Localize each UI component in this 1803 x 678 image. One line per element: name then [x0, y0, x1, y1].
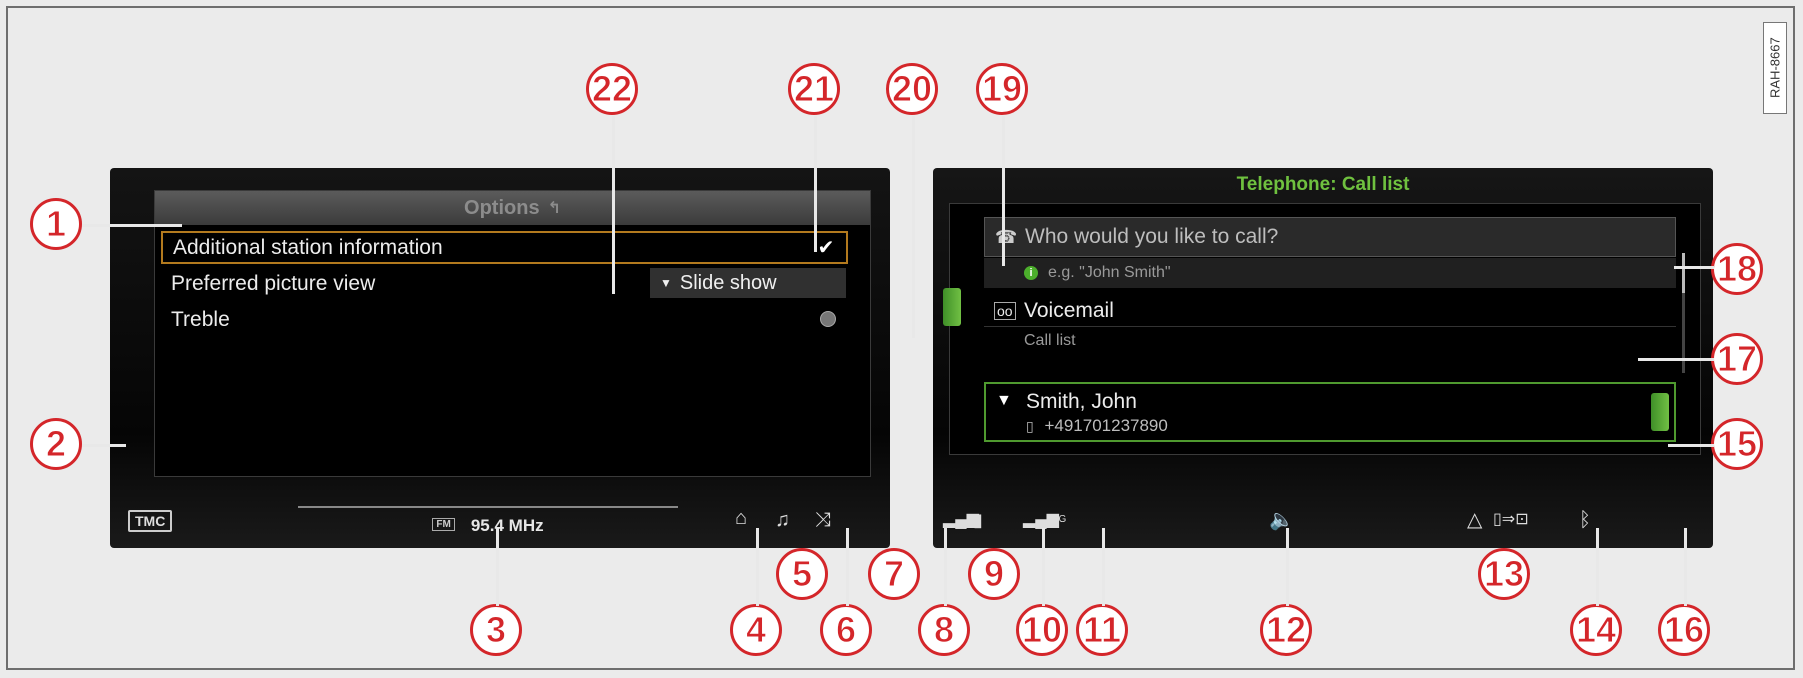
- leader-line: [1668, 444, 1714, 447]
- hint-text: e.g. "John Smith": [1048, 264, 1171, 281]
- leader-line: [846, 528, 849, 606]
- contact-number: +491701237890: [1044, 416, 1168, 435]
- leader-line: [612, 116, 615, 294]
- search-hint: i e.g. "John Smith": [984, 258, 1676, 288]
- frequency-tab[interactable]: FM 95.4 MHz: [298, 506, 678, 546]
- back-icon[interactable]: ↰: [548, 198, 561, 218]
- option-additional-station-information[interactable]: Additional station information ✔: [161, 231, 848, 264]
- callout-10: 10: [1016, 604, 1070, 658]
- options-menu: Options ↰ Additional station information…: [154, 190, 871, 477]
- callout-6: 6: [820, 604, 874, 658]
- scroll-thumb[interactable]: [1682, 253, 1685, 293]
- callout-7: 7: [868, 548, 922, 602]
- callout-12: 12: [1260, 604, 1314, 658]
- leader-line: [944, 528, 947, 606]
- warning-triangle-icon: △: [1467, 509, 1483, 531]
- leader-line: [1638, 358, 1714, 361]
- leader-line: [814, 116, 817, 252]
- music-note-icon: ♫: [775, 509, 790, 531]
- callout-9: 9: [968, 548, 1022, 602]
- phone-car-connection-icon: ▯⇒⊡: [1493, 511, 1529, 528]
- leader-line: [1596, 528, 1599, 606]
- list-item-contact[interactable]: ▼ Smith, John ▯ +491701237890: [984, 382, 1676, 442]
- options-title: Options: [464, 196, 540, 219]
- callout-15: 15: [1711, 418, 1765, 472]
- checkbox-checked[interactable]: ✔: [816, 238, 836, 258]
- option-preferred-picture-view[interactable]: Preferred picture view ▼ Slide show: [161, 267, 848, 300]
- bluetooth-icon: ᛒ: [1579, 509, 1591, 531]
- figure-id-watermark: RAH-8667: [1763, 22, 1787, 114]
- contact-name: Smith, John: [1026, 390, 1137, 413]
- callout-22: 22: [586, 63, 640, 117]
- leader-line: [912, 116, 915, 338]
- shuffle-icon: ⤨: [815, 509, 831, 531]
- callout-1: 1: [30, 198, 84, 252]
- callout-20: 20: [886, 63, 940, 117]
- option-treble[interactable]: Treble: [161, 303, 848, 336]
- callout-16: 16: [1658, 604, 1712, 658]
- contact-number-row: ▯ +491701237890: [1026, 416, 1674, 436]
- options-header: Options ↰: [155, 191, 870, 225]
- section-header-call-list: Call list: [984, 326, 1676, 354]
- leader-line: [82, 444, 126, 447]
- option-label: Treble: [171, 307, 230, 331]
- dropdown-value: Slide show: [679, 271, 777, 294]
- treble-knob-icon[interactable]: [820, 311, 836, 327]
- screen-title: Telephone: Call list: [1236, 174, 1410, 195]
- callout-5: 5: [776, 548, 830, 602]
- callout-18: 18: [1711, 243, 1765, 297]
- leader-line: [1674, 266, 1714, 269]
- search-placeholder: Who would you like to call?: [1025, 225, 1279, 248]
- scrollbar[interactable]: [1682, 253, 1685, 373]
- station-logo-icon: ⌂: [735, 507, 748, 529]
- leader-line: [756, 528, 759, 606]
- leader-line: [1684, 528, 1687, 606]
- info-icon: i: [1024, 266, 1038, 280]
- callout-11: 11: [1076, 604, 1130, 658]
- callout-21: 21: [788, 63, 842, 117]
- callout-17: 17: [1711, 333, 1765, 387]
- network-type-badge: 3G: [1053, 514, 1067, 525]
- callout-3: 3: [470, 604, 524, 658]
- callout-14: 14: [1570, 604, 1624, 658]
- mobile-phone-icon: ▯: [1026, 418, 1034, 434]
- radio-options-screen: Options ↰ Additional station information…: [110, 168, 890, 548]
- leader-line: [496, 528, 499, 606]
- option-label: Preferred picture view: [171, 271, 376, 295]
- voice-search-field[interactable]: ☎ Who would you like to call?: [984, 217, 1676, 257]
- left-scroll-tab[interactable]: [943, 288, 961, 326]
- call-list: ☎ Who would you like to call? i e.g. "Jo…: [949, 203, 1701, 455]
- callout-4: 4: [730, 604, 784, 658]
- list-item-voicemail[interactable]: oo Voicemail: [984, 296, 1676, 326]
- callout-19: 19: [976, 63, 1030, 117]
- callout-13: 13: [1478, 548, 1532, 602]
- callout-8: 8: [918, 604, 972, 658]
- picture-view-dropdown[interactable]: ▼ Slide show: [650, 268, 846, 298]
- options-tab[interactable]: [1651, 393, 1669, 431]
- leader-line: [1042, 528, 1045, 606]
- mute-icon: 🔈: [1269, 509, 1294, 531]
- leader-line: [1102, 528, 1105, 606]
- option-label: Additional station information: [173, 235, 443, 259]
- battery-icon: ▮: [973, 510, 983, 530]
- band-badge: FM: [432, 518, 455, 531]
- frequency-label: 95.4 MHz: [470, 516, 544, 535]
- figure-frame: RAH-8667 Options ↰ Additional station in…: [6, 6, 1795, 670]
- leader-line: [1286, 528, 1289, 606]
- dropdown-arrow-icon: ▼: [660, 276, 672, 290]
- telephone-call-list-screen: Telephone: Call list ☎ Who would you lik…: [933, 168, 1713, 548]
- left-status-bar: TMC FM 95.4 MHz ⌂ ♫ ⤨: [110, 490, 890, 548]
- voicemail-icon: oo: [994, 302, 1016, 320]
- voice-control-icon: ☎: [995, 227, 1018, 247]
- leader-line: [82, 224, 182, 227]
- section-label: Call list: [1024, 331, 1076, 349]
- callout-2: 2: [30, 418, 84, 472]
- tmc-badge: TMC: [128, 510, 173, 532]
- voicemail-label: Voicemail: [1024, 299, 1114, 322]
- expand-arrow-icon[interactable]: ▼: [996, 392, 1012, 410]
- leader-line: [1002, 116, 1005, 266]
